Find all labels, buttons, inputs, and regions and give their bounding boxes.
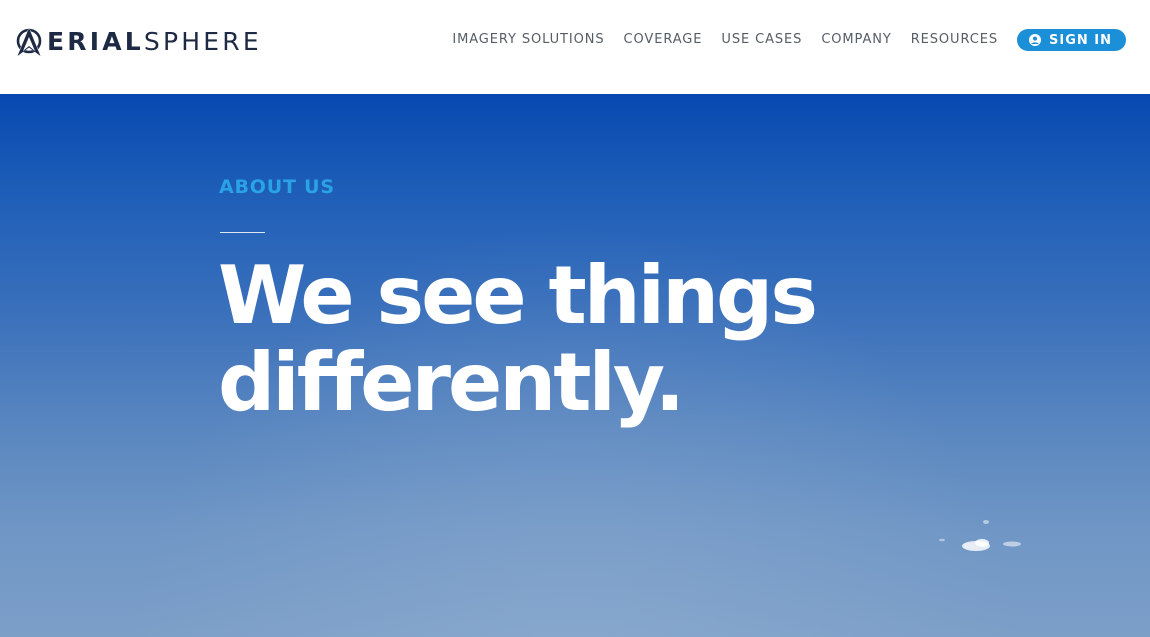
nav-imagery-solutions[interactable]: IMAGERY SOLUTIONS [452,29,604,51]
logo-text-light: SPHERE [143,26,262,56]
sign-in-button[interactable]: SIGN IN [1017,29,1126,51]
site-logo[interactable]: ERIAL SPHERE [14,22,262,60]
site-header: ERIAL SPHERE IMAGERY SOLUTIONS COVERAGE U… [0,0,1150,94]
eyebrow-divider [220,232,265,233]
sign-in-label: SIGN IN [1049,32,1112,48]
hero-headline: We see things differently. [218,252,1018,426]
nav-company[interactable]: COMPANY [821,29,891,51]
section-eyebrow: ABOUT US [219,176,335,198]
user-circle-icon [1029,34,1041,46]
headline-line-2: differently. [218,336,685,429]
nav-coverage[interactable]: COVERAGE [624,29,703,51]
main-nav: IMAGERY SOLUTIONS COVERAGE USE CASES COM… [452,29,1126,51]
logo-wordmark: ERIAL SPHERE [47,29,262,54]
cloud-image [939,520,1021,551]
nav-resources[interactable]: RESOURCES [911,29,998,51]
page: ERIAL SPHERE IMAGERY SOLUTIONS COVERAGE U… [0,0,1150,637]
aerialsphere-logo-icon [16,27,42,56]
headline-line-1: We see things [218,249,818,342]
logo-text-bold: ERIAL [47,26,144,56]
nav-use-cases[interactable]: USE CASES [721,29,802,51]
hero-section: ABOUT US We see things differently. [0,94,1150,637]
